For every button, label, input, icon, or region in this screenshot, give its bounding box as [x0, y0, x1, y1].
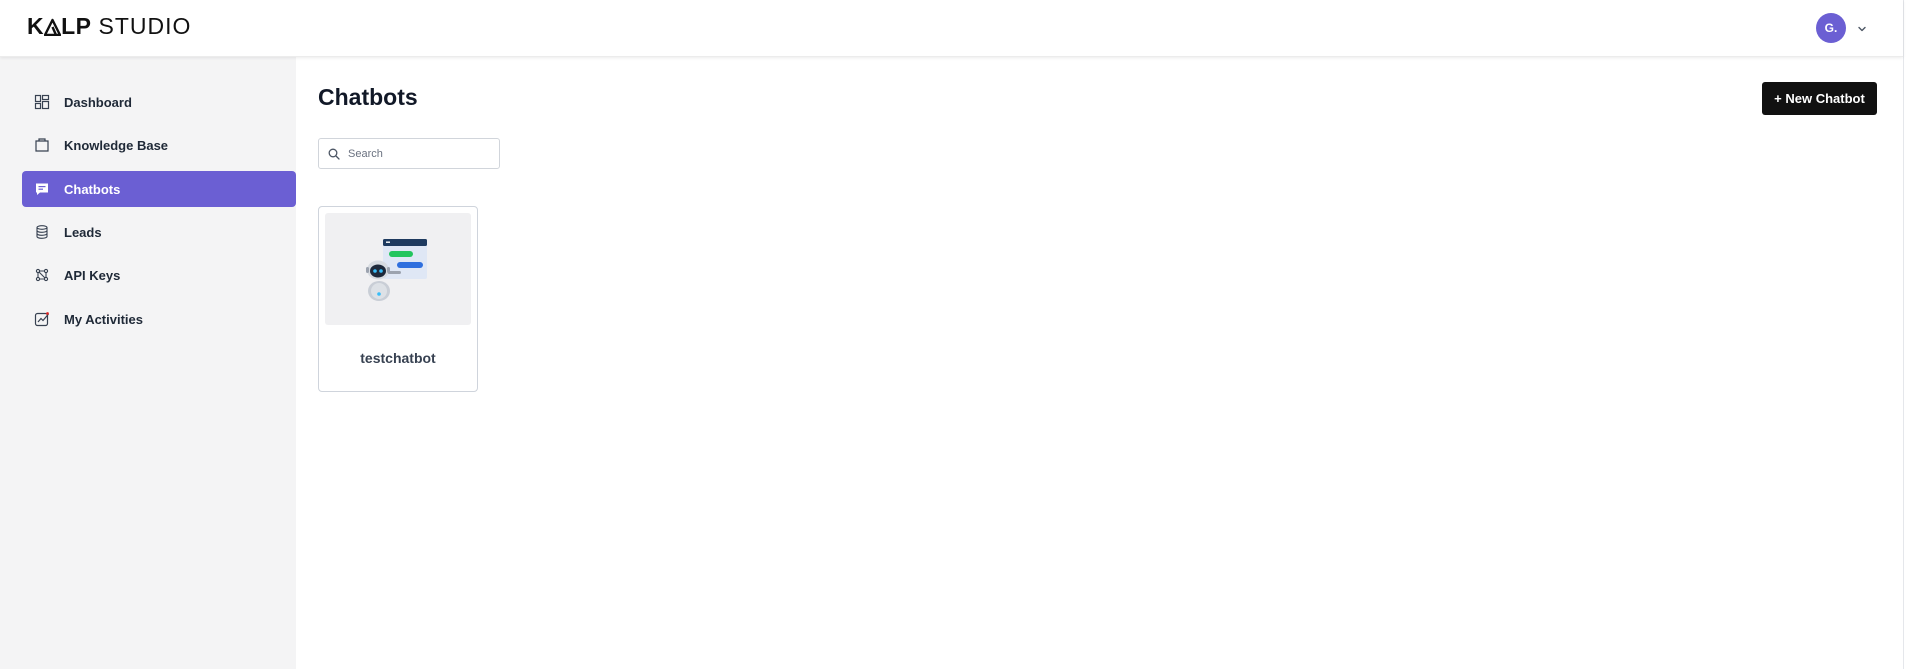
chat-bubble-icon: [34, 181, 50, 197]
main-content: Chatbots + New Chatbot Search testchatbo…: [296, 57, 1903, 669]
sidebar-item-my-activities[interactable]: My Activities: [22, 301, 296, 337]
sidebar-item-label: My Activities: [64, 311, 143, 327]
sidebar-item-chatbots[interactable]: Chatbots: [22, 171, 296, 207]
sidebar-item-dashboard[interactable]: Dashboard: [22, 84, 296, 120]
database-icon: [34, 224, 50, 240]
knowledge-base-icon: [34, 137, 50, 153]
sidebar-item-label: API Keys: [64, 267, 121, 283]
chatbot-name: testchatbot: [360, 350, 436, 366]
logo-a-mark-icon: [44, 18, 62, 36]
window-scrollbar[interactable]: [1903, 0, 1910, 669]
logo-lp: LP: [61, 13, 92, 39]
logo-studio: STUDIO: [98, 13, 192, 39]
new-chatbot-button[interactable]: + New Chatbot: [1762, 82, 1877, 115]
sidebar-item-knowledge-base[interactable]: Knowledge Base: [22, 127, 296, 163]
sidebar-item-label: Leads: [64, 224, 102, 240]
sidebar-item-leads[interactable]: Leads: [22, 214, 296, 250]
chevron-down-icon[interactable]: [1856, 22, 1868, 34]
chatbot-thumbnail: [325, 213, 471, 325]
sidebar: Dashboard Knowledge Base Chatbots Leads …: [0, 57, 296, 669]
dashboard-icon: [34, 94, 50, 110]
search-field: [318, 138, 500, 169]
user-avatar[interactable]: G.: [1816, 13, 1846, 43]
activity-chart-icon: [34, 311, 50, 327]
search-icon: [328, 148, 340, 160]
sidebar-item-label: Dashboard: [64, 94, 132, 110]
chatbot-card[interactable]: testchatbot: [318, 206, 478, 392]
app-frame: K LP STUDIO G. Dashboard Knowledge Base …: [0, 0, 1903, 669]
sidebar-item-label: Knowledge Base: [64, 137, 169, 153]
api-keys-icon: [34, 267, 50, 283]
logo-k: K: [27, 13, 45, 39]
sidebar-item-api-keys[interactable]: API Keys: [22, 257, 296, 293]
app-logo[interactable]: K LP STUDIO: [27, 13, 191, 40]
top-bar: K LP STUDIO G.: [0, 0, 1903, 57]
search-input[interactable]: [348, 147, 498, 160]
page-title: Chatbots: [318, 84, 418, 110]
sidebar-item-label: Chatbots: [64, 181, 121, 197]
chatbot-illustration-icon: [366, 239, 427, 301]
